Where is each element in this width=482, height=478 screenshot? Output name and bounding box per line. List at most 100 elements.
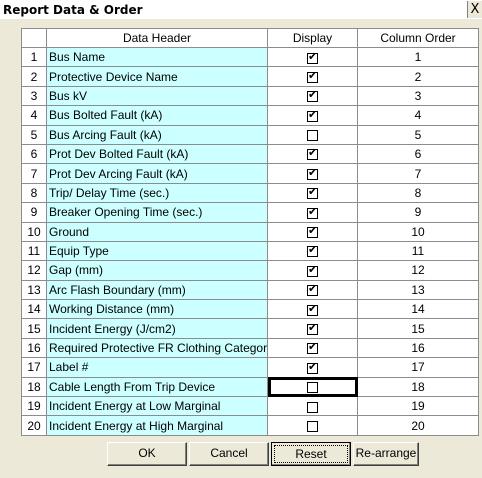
display-checkbox[interactable]: ✔ [307, 88, 318, 103]
display-checkbox[interactable]: ✔ [307, 166, 318, 180]
column-order-cell[interactable]: 1 [357, 46, 479, 68]
column-order-cell[interactable]: 9 [357, 202, 479, 223]
dialog-title: Report Data & Order [3, 3, 143, 17]
data-header-cell[interactable]: Bus Arcing Fault (kA) [46, 124, 268, 145]
data-header-cell[interactable]: Ground [46, 221, 268, 242]
report-data-order-dialog: Report Data & Order X Data Header Displa… [0, 0, 482, 478]
data-header-cell[interactable]: Incident Energy at High Marginal [46, 415, 268, 436]
close-icon[interactable]: X [467, 1, 482, 18]
table-row: 4 Bus Bolted Fault (kA) ✔ 4 [21, 105, 479, 126]
title-bar[interactable]: Report Data & Order X [0, 0, 482, 19]
column-order-cell[interactable]: 6 [357, 143, 479, 165]
column-order-cell[interactable]: 12 [357, 260, 479, 281]
column-order-column-header[interactable]: Column Order [357, 28, 479, 48]
display-column-header[interactable]: Display [267, 28, 358, 48]
data-header-cell[interactable]: Arc Flash Boundary (mm) [46, 279, 268, 301]
data-header-column-header[interactable]: Data Header [46, 28, 268, 48]
display-checkbox[interactable] [307, 382, 318, 394]
column-order-cell[interactable]: 11 [357, 240, 479, 262]
column-order-cell[interactable]: 13 [357, 279, 479, 301]
column-order-cell[interactable]: 3 [357, 85, 479, 107]
data-header-cell[interactable]: Bus Name [46, 46, 268, 68]
data-header-cell[interactable]: Equip Type [46, 240, 268, 262]
checkmark-icon: ✔ [308, 282, 318, 296]
column-order-cell[interactable]: 2 [357, 66, 479, 87]
row-number[interactable]: 3 [21, 85, 47, 107]
data-header-cell[interactable]: Working Distance (mm) [46, 299, 268, 320]
display-checkbox[interactable]: ✔ [307, 321, 318, 335]
display-cell [267, 396, 358, 417]
row-number[interactable]: 6 [21, 143, 47, 165]
display-checkbox[interactable]: ✔ [307, 282, 318, 297]
display-checkbox[interactable]: ✔ [307, 146, 318, 161]
data-header-cell[interactable]: Gap (mm) [46, 260, 268, 281]
row-number[interactable]: 14 [21, 299, 47, 320]
row-number[interactable]: 15 [21, 318, 47, 339]
display-checkbox[interactable]: ✔ [307, 360, 318, 374]
row-number[interactable]: 19 [21, 396, 47, 417]
display-checkbox[interactable] [307, 130, 318, 142]
display-checkbox[interactable] [307, 421, 318, 433]
display-checkbox[interactable]: ✔ [307, 224, 318, 239]
reset-button-label: Reset [274, 445, 348, 463]
column-order-cell[interactable]: 16 [357, 337, 479, 359]
row-number[interactable]: 13 [21, 279, 47, 301]
column-order-cell[interactable]: 17 [357, 357, 479, 378]
display-checkbox[interactable] [307, 401, 318, 413]
display-checkbox[interactable]: ✔ [307, 205, 318, 219]
data-header-cell[interactable]: Trip/ Delay Time (sec.) [46, 182, 268, 204]
column-order-cell[interactable]: 5 [357, 124, 479, 145]
row-number[interactable]: 10 [21, 221, 47, 242]
data-header-cell[interactable]: Bus Bolted Fault (kA) [46, 105, 268, 126]
row-number[interactable]: 17 [21, 357, 47, 378]
row-number[interactable]: 12 [21, 260, 47, 281]
column-order-cell[interactable]: 14 [357, 299, 479, 320]
table-row: 16 Required Protective FR Clothing Catego… [21, 337, 479, 359]
data-header-cell[interactable]: Required Protective FR Clothing Category [46, 337, 268, 359]
row-number[interactable]: 2 [21, 66, 47, 87]
column-order-cell[interactable]: 8 [357, 182, 479, 204]
row-number[interactable]: 18 [21, 376, 47, 398]
row-number[interactable]: 4 [21, 105, 47, 126]
display-checkbox[interactable]: ✔ [307, 243, 318, 258]
row-number[interactable]: 11 [21, 240, 47, 262]
row-number[interactable]: 7 [21, 163, 47, 184]
display-checkbox[interactable]: ✔ [307, 108, 318, 122]
row-number[interactable]: 5 [21, 124, 47, 145]
data-header-cell[interactable]: Label # [46, 357, 268, 378]
column-order-cell[interactable]: 15 [357, 318, 479, 339]
data-header-cell[interactable]: Incident Energy at Low Marginal [46, 396, 268, 417]
display-checkbox[interactable]: ✔ [307, 263, 318, 277]
data-header-cell[interactable]: Prot Dev Bolted Fault (kA) [46, 143, 268, 165]
data-header-cell[interactable]: Protective Device Name [46, 66, 268, 87]
data-header-cell[interactable]: Prot Dev Arcing Fault (kA) [46, 163, 268, 184]
corner-cell[interactable] [21, 28, 47, 48]
display-checkbox[interactable]: ✔ [307, 302, 318, 316]
row-number[interactable]: 20 [21, 415, 47, 436]
display-checkbox[interactable]: ✔ [307, 340, 318, 355]
column-order-cell[interactable]: 7 [357, 163, 479, 184]
row-number[interactable]: 8 [21, 182, 47, 204]
display-cell [267, 124, 358, 145]
display-checkbox[interactable]: ✔ [307, 50, 318, 64]
data-header-cell[interactable]: Bus kV [46, 85, 268, 107]
rearrange-button[interactable]: Re-arrange [353, 442, 419, 466]
data-header-cell[interactable]: Breaker Opening Time (sec.) [46, 202, 268, 223]
column-order-cell[interactable]: 4 [357, 105, 479, 126]
reset-button[interactable]: Reset [271, 442, 351, 466]
column-order-cell[interactable]: 18 [357, 376, 479, 398]
display-cell: ✔ [267, 66, 358, 87]
column-order-cell[interactable]: 10 [357, 221, 479, 242]
display-checkbox[interactable]: ✔ [307, 69, 318, 83]
column-order-cell[interactable]: 19 [357, 396, 479, 417]
cancel-button[interactable]: Cancel [189, 442, 269, 466]
display-checkbox[interactable]: ✔ [307, 185, 318, 200]
data-header-cell[interactable]: Incident Energy (J/cm2) [46, 318, 268, 339]
data-header-cell[interactable]: Cable Length From Trip Device [46, 376, 268, 398]
display-cell [267, 415, 358, 436]
column-order-cell[interactable]: 20 [357, 415, 479, 436]
row-number[interactable]: 16 [21, 337, 47, 359]
ok-button[interactable]: OK [107, 442, 187, 466]
row-number[interactable]: 1 [21, 46, 47, 68]
row-number[interactable]: 9 [21, 202, 47, 223]
